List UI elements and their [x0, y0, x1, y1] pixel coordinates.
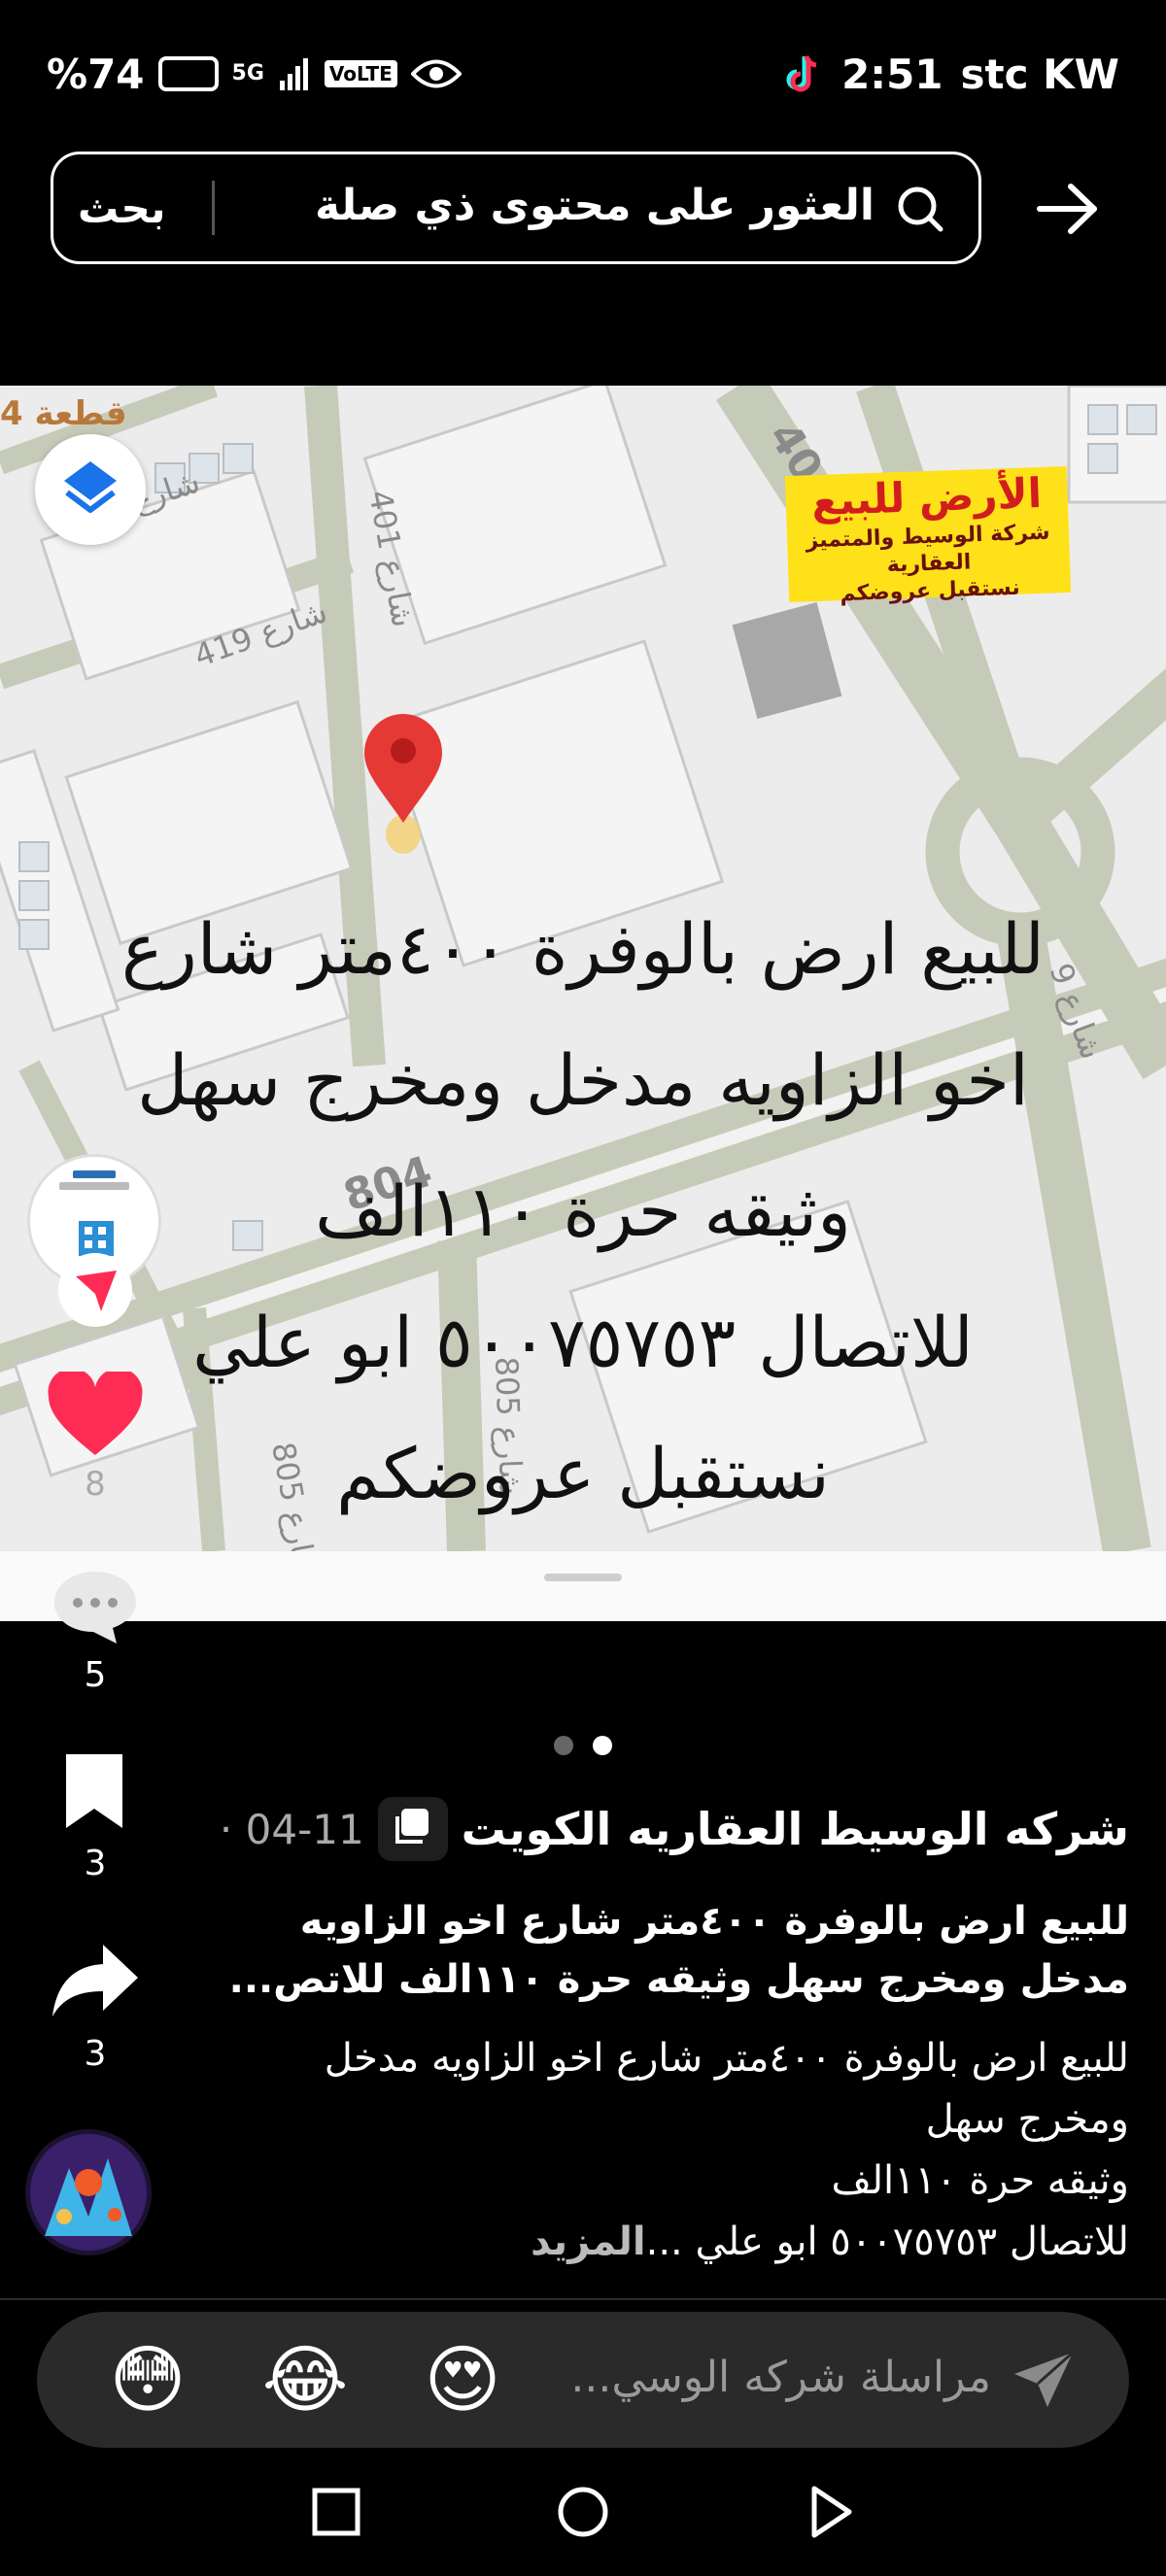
follow-button[interactable]	[58, 1253, 132, 1327]
clock: 2:51	[841, 50, 943, 98]
share-icon[interactable]	[49, 1937, 142, 2024]
sale-badge: الأرض للبيع شركة الوسيط والمتميز العقاري…	[784, 465, 1072, 606]
comment-icon[interactable]	[49, 1566, 142, 1647]
comment-count: 5	[84, 1655, 107, 1695]
overlay-line: وثيقه حرة ١١٠الف	[315, 1170, 851, 1252]
search-divider	[212, 181, 215, 235]
artwork-thumbnail	[25, 2129, 152, 2255]
post-overlay-text: للبيع ارض بالوفرة ٤٠٠متر شارع اخو الزاوي…	[97, 884, 1069, 1540]
bookmark-icon[interactable]	[58, 1750, 130, 1832]
status-left: %74 5G VoLTE	[47, 47, 462, 101]
network-type: 5G	[231, 61, 264, 85]
eye-icon	[410, 59, 462, 88]
search-button[interactable]: بحث	[78, 185, 166, 232]
page-dot-active[interactable]	[593, 1736, 612, 1755]
caption-header: شركه الوسيط العقاريه الكويت 04-11 ·	[220, 1795, 1129, 1863]
emoji-heart-eyes[interactable]: 😍	[418, 2335, 507, 2424]
like-count: 8	[85, 1465, 106, 1504]
carrier: stc KW	[960, 50, 1119, 98]
battery-icon	[157, 56, 219, 91]
send-icon[interactable]	[1011, 2347, 1077, 2413]
back-arrow-icon[interactable]	[1034, 175, 1102, 243]
caption-body[interactable]: للبيع ارض بالوفرة ٤٠٠متر شارع اخو الزاوي…	[225, 2028, 1129, 2273]
overlay-line: للبيع ارض بالوفرة ٤٠٠متر شارع	[121, 908, 1045, 990]
image-sheet-edge	[0, 1551, 1166, 1621]
sound-avatar[interactable]	[25, 2129, 152, 2255]
sheet-handle[interactable]	[544, 1574, 622, 1581]
back-icon[interactable]	[801, 2483, 859, 2541]
comment-input[interactable]: مراسلة شركه الوسي...	[570, 2353, 991, 2402]
overlay-line: نستقبل عروضكم	[336, 1433, 830, 1514]
heart-icon[interactable]	[47, 1372, 144, 1459]
bookmark-count: 3	[84, 1844, 107, 1883]
overlay-line: اخو الزاويه مدخل ومخرج سهل	[137, 1039, 1029, 1121]
author-name[interactable]: شركه الوسيط العقاريه الكويت	[462, 1803, 1129, 1855]
caption-body-line: للاتصال ٥٠٠٧٥٧٥٣ ابو علي ...المزيد	[225, 2212, 1129, 2273]
caption-body-line: وثيقه حرة ١١٠الف	[831, 2158, 1129, 2203]
divider	[0, 2298, 1166, 2300]
signal-icon	[279, 58, 308, 90]
caption-body-line: ومخرج سهل	[925, 2097, 1129, 2142]
caption-title[interactable]: للبيع ارض بالوفرة ٤٠٠متر شارع اخو الزاوي…	[225, 1892, 1129, 2009]
home-icon[interactable]	[554, 2483, 612, 2541]
map-layers-button[interactable]	[35, 434, 146, 545]
emoji-tears-of-joy[interactable]: 😂	[260, 2335, 350, 2424]
stack-icon	[377, 1797, 448, 1861]
send-plane-icon	[76, 1271, 117, 1311]
status-right: 2:51 stc KW	[785, 47, 1119, 101]
tiktok-icon	[786, 55, 817, 92]
emoji-flushed[interactable]: 😳	[103, 2335, 192, 2424]
recents-icon[interactable]	[307, 2483, 365, 2541]
caption-title-line: للبيع ارض بالوفرة ٤٠٠متر شارع اخو الزاوي…	[299, 1899, 1129, 1944]
sale-badge-company: شركة الوسيط والمتميز العقارية	[806, 520, 1051, 578]
volte-icon: VoLTE	[324, 60, 397, 87]
caption-last-line: للاتصال ٥٠٠٧٥٧٥٣ ابو علي ...	[645, 2220, 1129, 2264]
search-icon	[898, 186, 943, 232]
svg-text:4 قطعة: 4 قطعة	[0, 394, 127, 433]
more-link[interactable]: المزيد	[531, 2220, 646, 2264]
share-count: 3	[84, 2034, 107, 2074]
caption-body-line: للبيع ارض بالوفرة ٤٠٠متر شارع اخو الزاوي…	[324, 2036, 1129, 2081]
post-date: 04-11 ·	[219, 1805, 364, 1853]
caption-title-line: مدخل ومخرج سهل وثيقه حرة ١١٠الف للاتص...	[228, 1957, 1129, 2002]
page-dot[interactable]	[554, 1736, 573, 1755]
overlay-line: للاتصال ٥٠٠٧٥٧٥٣ ابو علي	[192, 1302, 974, 1383]
battery-percent: %74	[47, 50, 145, 98]
search-input[interactable]: العثور على محتوى ذي صلة	[315, 181, 874, 230]
layers-icon	[64, 461, 117, 513]
